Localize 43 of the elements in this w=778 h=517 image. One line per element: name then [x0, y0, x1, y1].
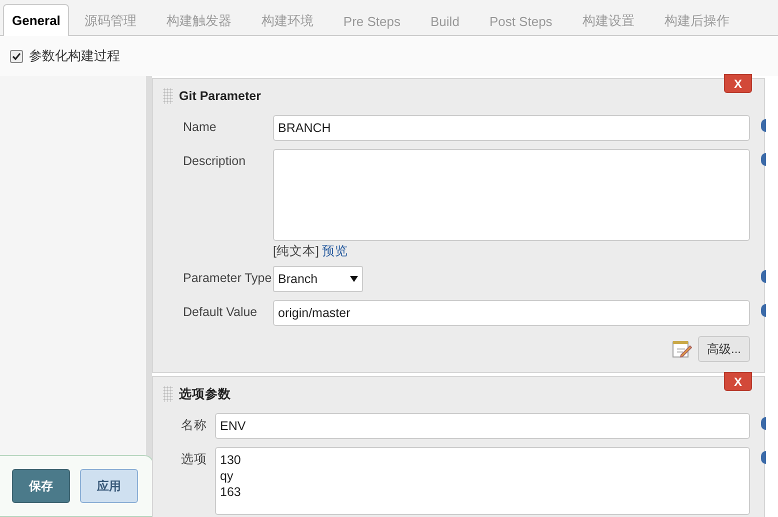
format-label: [纯文本] — [273, 243, 319, 260]
textarea-field[interactable]: 130 qy 163 — [215, 447, 750, 515]
tab[interactable]: 构建后操作 — [649, 5, 744, 36]
field-label: Default Value — [182, 304, 258, 321]
help-icon[interactable] — [761, 417, 766, 430]
preview-link[interactable]: 预览 — [322, 243, 348, 260]
checkbox-label: 参数化构建过程 — [29, 47, 120, 65]
panel-title: 选项参数 — [179, 386, 231, 402]
help-icon[interactable] — [761, 119, 766, 132]
panel-title: Git Parameter — [179, 89, 261, 103]
tab[interactable]: Pre Steps — [328, 5, 416, 36]
text-field[interactable]: BRANCH — [273, 115, 750, 141]
tab[interactable]: Build — [416, 5, 474, 36]
advanced-button[interactable]: 高级... — [698, 336, 750, 362]
help-icon[interactable] — [761, 304, 766, 317]
tab[interactable]: 构建设置 — [567, 5, 650, 36]
field-label: Description — [182, 153, 247, 170]
drag-handle-icon[interactable] — [163, 88, 173, 104]
tab[interactable]: General — [3, 4, 70, 36]
caret-icon — [350, 276, 358, 282]
save-button[interactable]: 保存 — [12, 469, 70, 503]
field-label: Parameter Type — [182, 270, 273, 287]
checkbox[interactable] — [10, 50, 23, 62]
tab[interactable]: 构建环境 — [246, 5, 328, 36]
drag-handle-icon[interactable] — [163, 386, 173, 402]
text-field[interactable]: ENV — [215, 413, 750, 439]
help-icon[interactable] — [761, 153, 766, 166]
tab[interactable]: 构建触发器 — [151, 5, 246, 36]
apply-button[interactable]: 应用 — [80, 469, 138, 503]
help-icon[interactable] — [761, 451, 766, 464]
field-label: 选项 — [180, 451, 208, 468]
type-select[interactable]: Branch — [273, 266, 363, 292]
notepad-icon — [672, 340, 692, 358]
checkmark-icon — [12, 52, 21, 60]
close-button[interactable]: X — [724, 74, 752, 93]
field-label: 名称 — [180, 417, 208, 434]
help-icon[interactable] — [761, 270, 766, 283]
tab[interactable]: 源码管理 — [69, 5, 152, 36]
text-field[interactable]: origin/master — [273, 300, 750, 326]
close-button[interactable]: X — [724, 372, 752, 391]
textarea-field[interactable] — [273, 149, 750, 241]
tab[interactable]: Post Steps — [474, 5, 568, 36]
field-label: Name — [182, 119, 218, 136]
